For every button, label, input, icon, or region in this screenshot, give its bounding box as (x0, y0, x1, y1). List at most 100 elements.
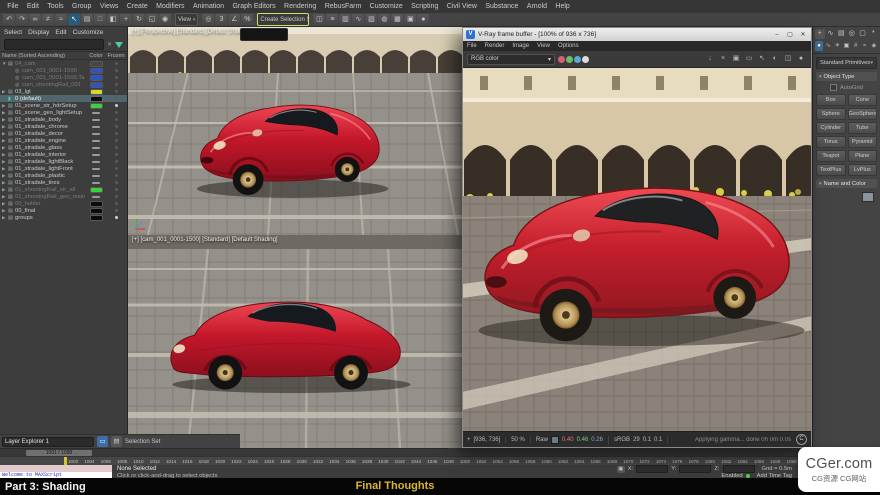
maxscript-mini-listener[interactable]: Welcome to MAXScript (0, 465, 112, 479)
frozen-dot[interactable] (115, 202, 118, 205)
use-pivot-center-icon[interactable]: ◎ (202, 14, 214, 25)
frozen-dot[interactable] (115, 104, 118, 107)
layer-color-swatch[interactable] (92, 161, 100, 163)
layer-explorer-field[interactable]: Layer Explorer 1 (2, 437, 94, 447)
vfb-title-bar[interactable]: V V-Ray frame buffer - [100% of 936 x 73… (463, 28, 811, 41)
frozen-dot[interactable] (115, 132, 118, 135)
frozen-dot[interactable] (115, 195, 118, 198)
primitive-button[interactable]: GeoSphere (848, 108, 878, 120)
layer-color-swatch[interactable] (91, 216, 102, 220)
menu-item[interactable]: Arnold (523, 3, 552, 10)
01_shootingRail_str_all[interactable]: ▶ ▤ 01_shootingRail_str_all (0, 186, 127, 193)
layer-color-swatch[interactable] (92, 133, 100, 135)
next-frame-icon[interactable]: › (75, 451, 76, 456)
frozen-dot[interactable] (115, 181, 118, 184)
vfb-menu-item[interactable]: Image (512, 43, 529, 49)
named-selection-set-dropdown[interactable]: Create Selection Se (257, 13, 309, 26)
shapes-category-icon[interactable]: ∿ (824, 41, 832, 51)
layer-color-swatch[interactable] (92, 168, 100, 170)
channel-select-dropdown[interactable]: RGB color ▾ (467, 54, 555, 65)
frozen-dot[interactable] (115, 97, 118, 100)
01_stradale_engine[interactable]: ▶ ▤ 01_stradale_engine (0, 137, 127, 144)
hierarchy-tab-icon[interactable]: ▤ (836, 29, 846, 39)
explorer-menu-item[interactable]: Select (4, 29, 26, 36)
00_holder[interactable]: ▶ ▤ 00_holder (0, 200, 127, 207)
frozen-dot[interactable] (115, 216, 118, 219)
frozen-dot[interactable] (115, 167, 118, 170)
menu-item[interactable]: Civil View (443, 3, 482, 10)
menu-item[interactable]: Animation (189, 3, 229, 10)
menu-item[interactable]: Views (96, 3, 123, 10)
schematic-view-icon[interactable]: ▧ (365, 14, 377, 25)
layer-color-swatch[interactable] (92, 126, 100, 128)
track-bar[interactable]: 1002100410061008101010121014101610181020… (0, 456, 880, 465)
menu-item[interactable]: Rendering (280, 3, 321, 10)
modify-tab-icon[interactable]: ∿ (826, 29, 836, 39)
primitive-button[interactable]: Plane (848, 150, 878, 162)
menu-item[interactable]: Edit (23, 3, 43, 10)
z-coord-field[interactable] (723, 465, 755, 473)
redo-icon[interactable]: ↷ (16, 14, 28, 25)
frozen-dot[interactable] (115, 188, 118, 191)
duplicate-to-history-icon[interactable]: ▣ (730, 53, 742, 65)
zoom-level[interactable]: 50 % (511, 437, 531, 443)
name-and-color-rollout[interactable]: ▾ Name and Color (816, 179, 877, 188)
layer-color-swatch[interactable] (91, 76, 102, 80)
01_stradale_plastic[interactable]: ▶ ▤ 01_stradale_plastic (0, 172, 127, 179)
spacewarps-category-icon[interactable]: ≈ (861, 41, 869, 51)
frozen-dot[interactable] (115, 111, 118, 114)
window-crossing-icon[interactable]: ◧ (107, 14, 119, 25)
01_scene_str_hdrSetup[interactable]: ▶ ▤ 01_scene_str_hdrSetup (0, 102, 127, 109)
autogrid-toggle[interactable]: AutoGrid (816, 83, 877, 92)
01_shootingRail_geo_main[interactable]: ▶ ▤ 01_shootingRail_geo_main (0, 193, 127, 200)
menu-item[interactable]: RebusFarm (321, 3, 366, 10)
layer-color-swatch[interactable] (92, 175, 100, 177)
angle-snap-icon[interactable]: ∠ (228, 14, 240, 25)
helpers-category-icon[interactable]: # (852, 41, 860, 51)
menu-item[interactable]: Group (68, 3, 96, 10)
motion-tab-icon[interactable]: ◎ (847, 29, 857, 39)
create-tab-icon[interactable]: + (815, 29, 825, 39)
select-by-name-icon[interactable]: ▤ (81, 14, 93, 25)
filter-funnel-icon[interactable] (115, 42, 123, 48)
selection-region-icon[interactable]: □ (94, 14, 106, 25)
selection-set-icon[interactable]: ▤ (111, 436, 122, 447)
04_cam[interactable]: ▼ ▤ 04_cam (0, 60, 127, 67)
frozen-dot[interactable] (115, 76, 118, 79)
layer-color-swatch[interactable] (92, 154, 100, 156)
red-channel-dot[interactable] (558, 56, 565, 63)
01_stradale_lightFront[interactable]: ▶ ▤ 01_stradale_lightFront (0, 165, 127, 172)
frozen-dot[interactable] (115, 118, 118, 121)
layer-color-swatch[interactable] (91, 97, 102, 101)
frozen-dot[interactable] (115, 153, 118, 156)
clear-search-icon[interactable]: ✕ (107, 41, 112, 48)
object-type-rollout[interactable]: ▾ Object Type (816, 72, 877, 81)
toggle-layer-explorer-icon[interactable]: ▥ (339, 14, 351, 25)
cam_001_0001-1500.Target[interactable]: ◎ cam_001_0001-1500.Target (0, 74, 127, 81)
frozen-dot[interactable] (115, 125, 118, 128)
primitive-type-dropdown[interactable]: Standard Primitives ▾ (816, 57, 877, 69)
primitive-button[interactable]: Cylinder (816, 122, 846, 134)
column-header-color[interactable]: Color (85, 53, 107, 59)
menu-item[interactable]: Customize (365, 3, 406, 10)
viewport-camera[interactable]: [+] [cam_001_0001-1500] [Standard] [Defa… (128, 235, 462, 448)
layer-color-swatch[interactable] (91, 90, 102, 94)
colorspace-label[interactable]: sRGB (614, 437, 630, 443)
layer-color-swatch[interactable] (91, 83, 102, 87)
clear-image-icon[interactable]: × (717, 53, 729, 65)
select-and-scale-icon[interactable]: ◱ (146, 14, 158, 25)
rendered-frame-window-icon[interactable]: ▣ (404, 14, 416, 25)
menu-item[interactable]: Create (123, 3, 152, 10)
vfb-menu-item[interactable]: View (537, 43, 550, 49)
select-and-place-icon[interactable]: ◉ (159, 14, 171, 25)
geometry-category-icon[interactable]: ● (815, 41, 823, 51)
vfb-menu-item[interactable]: File (467, 43, 477, 49)
color-corrections-icon[interactable]: ◐ (769, 53, 781, 65)
select-and-link-icon[interactable]: ∞ (29, 14, 41, 25)
save-image-icon[interactable]: ↓ (704, 53, 716, 65)
01_stradale_interior[interactable]: ▶ ▤ 01_stradale_interior (0, 151, 127, 158)
material-editor-icon[interactable]: ◍ (378, 14, 390, 25)
select-and-move-icon[interactable]: + (120, 14, 132, 25)
region-render-icon[interactable]: ▭ (743, 53, 755, 65)
01_stradale_lightBlack[interactable]: ▶ ▤ 01_stradale_lightBlack (0, 158, 127, 165)
